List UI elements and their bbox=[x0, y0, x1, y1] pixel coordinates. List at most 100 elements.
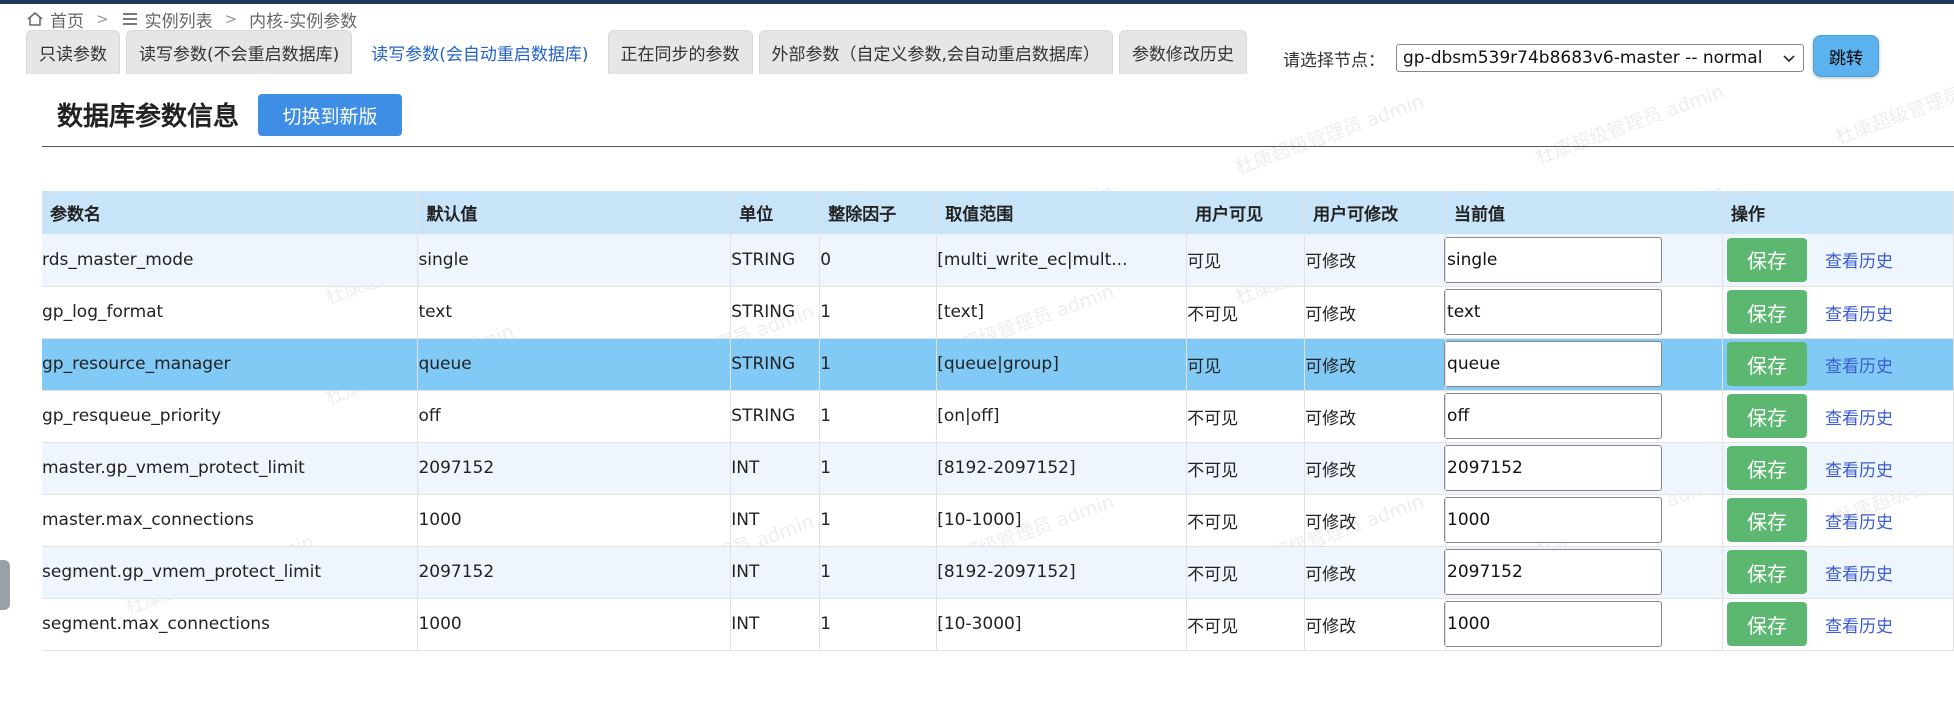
table-row[interactable]: segment.gp_vmem_protect_limit 2097152 INT 1… bbox=[42, 546, 1954, 599]
cell-visible: 可见 bbox=[1186, 234, 1306, 287]
cell-default: 2097152 bbox=[417, 546, 732, 599]
breadcrumb-home[interactable]: 首页 bbox=[50, 7, 84, 32]
view-history-link[interactable]: 查看历史 bbox=[1825, 456, 1893, 481]
view-history-link[interactable]: 查看历史 bbox=[1825, 352, 1893, 377]
cell-range: [8192-2097152] bbox=[936, 442, 1188, 495]
header-name: 参数名 bbox=[42, 191, 419, 234]
table-row[interactable]: gp_log_format text STRING 1 [text] 不可见 可修改 text… bbox=[42, 286, 1954, 339]
cell-range: [10-1000] bbox=[936, 494, 1188, 547]
node-select-label: 请选择节点： bbox=[1283, 51, 1385, 71]
cell-unit: INT bbox=[730, 598, 821, 651]
current-value-input[interactable]: 2097152 bbox=[1444, 549, 1663, 595]
save-button[interactable]: 保存 bbox=[1727, 290, 1807, 334]
current-value-input[interactable]: off bbox=[1444, 393, 1663, 439]
cell-name: gp_log_format bbox=[42, 286, 419, 339]
cell-current: 1000 bbox=[1444, 598, 1723, 651]
cell-range: [queue|group] bbox=[936, 338, 1188, 391]
view-history-link[interactable]: 查看历史 bbox=[1825, 404, 1893, 429]
cell-current: text bbox=[1444, 286, 1723, 339]
row-actions: 保存 查看历史 bbox=[1723, 498, 1953, 542]
table-row[interactable]: segment.max_connections 1000 INT 1 [10-3000]… bbox=[42, 598, 1954, 651]
cell-current: queue bbox=[1444, 338, 1723, 391]
cell-unit: STRING bbox=[730, 338, 821, 391]
table-row[interactable]: rds_master_mode single STRING 0 [multi_write… bbox=[42, 234, 1954, 287]
cell-visible: 不可见 bbox=[1186, 546, 1306, 599]
cell-range: [text] bbox=[936, 286, 1188, 339]
cell-default: single bbox=[417, 234, 732, 287]
view-history-link[interactable]: 查看历史 bbox=[1825, 612, 1893, 637]
cell-modifiable: 可修改 bbox=[1304, 598, 1447, 651]
table-row[interactable]: master.max_connections 1000 INT 1 [10-1000] 不… bbox=[42, 494, 1954, 547]
save-button[interactable]: 保存 bbox=[1727, 342, 1807, 386]
cell-unit: INT bbox=[730, 494, 821, 547]
save-button[interactable]: 保存 bbox=[1727, 394, 1807, 438]
breadcrumb-instance-list[interactable]: 实例列表 bbox=[145, 7, 213, 32]
current-value-input[interactable]: single bbox=[1444, 236, 1663, 283]
cell-range: [multi_write_ec|mult... bbox=[936, 234, 1188, 287]
cell-current: 2097152 bbox=[1444, 546, 1723, 599]
chevron-right-icon: > bbox=[96, 10, 109, 28]
view-history-link[interactable]: 查看历史 bbox=[1825, 300, 1893, 325]
divider bbox=[42, 146, 1954, 147]
current-value-input[interactable]: queue bbox=[1444, 341, 1663, 387]
cell-range: [10-3000] bbox=[936, 598, 1188, 651]
save-button[interactable]: 保存 bbox=[1727, 237, 1807, 282]
top-bar bbox=[0, 0, 1954, 4]
cell-modifiable: 可修改 bbox=[1304, 286, 1447, 339]
table-row[interactable]: master.gp_vmem_protect_limit 2097152 INT 1[… bbox=[42, 442, 1954, 495]
cell-name: gp_resqueue_priority bbox=[42, 390, 419, 443]
tab-readonly[interactable]: 只读参数 bbox=[26, 30, 120, 74]
view-history-link[interactable]: 查看历史 bbox=[1825, 247, 1893, 272]
tab-syncing[interactable]: 正在同步的参数 bbox=[607, 30, 753, 74]
node-select[interactable]: gp-dbsm539r74b8683v6-master -- normal bbox=[1396, 44, 1804, 72]
switch-version-button[interactable]: 切换到新版 bbox=[258, 94, 402, 136]
row-actions: 保存 查看历史 bbox=[1723, 290, 1953, 334]
jump-button[interactable]: 跳转 bbox=[1813, 35, 1879, 77]
breadcrumb: 首页 > 实例列表 > 内核-实例参数 bbox=[26, 6, 357, 32]
cell-range: [on|off] bbox=[936, 390, 1188, 443]
tab-external[interactable]: 外部参数（自定义参数,会自动重启数据库） bbox=[758, 30, 1113, 74]
cell-unit: STRING bbox=[730, 390, 821, 443]
param-tabs: 只读参数 读写参数(不会重启数据库) 读写参数(会自动重启数据库) 正在同步的参… bbox=[26, 30, 1253, 74]
cell-actions: 保存 查看历史 bbox=[1722, 286, 1954, 339]
tab-rw-no-restart[interactable]: 读写参数(不会重启数据库) bbox=[126, 30, 353, 74]
cell-current: 2097152 bbox=[1444, 442, 1723, 495]
cell-range: [8192-2097152] bbox=[936, 546, 1188, 599]
cell-unit: INT bbox=[730, 546, 821, 599]
save-button[interactable]: 保存 bbox=[1727, 498, 1807, 542]
current-value-input[interactable]: text bbox=[1444, 289, 1663, 335]
cell-name: segment.gp_vmem_protect_limit bbox=[42, 546, 419, 599]
cell-default: text bbox=[417, 286, 732, 339]
save-button[interactable]: 保存 bbox=[1727, 602, 1807, 646]
tab-rw-restart[interactable]: 读写参数(会自动重启数据库) bbox=[358, 30, 602, 74]
view-history-link[interactable]: 查看历史 bbox=[1825, 508, 1893, 533]
table-row[interactable]: gp_resqueue_priority off STRING 1 [on|off] 不可… bbox=[42, 390, 1954, 443]
cell-modifiable: 可修改 bbox=[1304, 494, 1447, 547]
header-actions: 操作 bbox=[1722, 191, 1954, 234]
view-history-link[interactable]: 查看历史 bbox=[1825, 560, 1893, 585]
row-actions: 保存 查看历史 bbox=[1723, 237, 1953, 282]
cell-modifiable: 可修改 bbox=[1304, 546, 1447, 599]
row-actions: 保存 查看历史 bbox=[1723, 394, 1953, 438]
row-actions: 保存 查看历史 bbox=[1723, 602, 1953, 646]
cell-default: off bbox=[417, 390, 732, 443]
chevron-down-icon bbox=[1783, 55, 1795, 63]
cell-unit: STRING bbox=[730, 286, 821, 339]
current-value-input[interactable]: 1000 bbox=[1444, 497, 1663, 543]
cell-name: master.gp_vmem_protect_limit bbox=[42, 442, 419, 495]
home-icon bbox=[27, 12, 43, 26]
cell-factor: 1 bbox=[819, 494, 938, 547]
cell-default: 1000 bbox=[417, 598, 732, 651]
header-default: 默认值 bbox=[417, 191, 732, 234]
table-row[interactable]: gp_resource_manager queue STRING 1 [queue|gr… bbox=[42, 338, 1954, 391]
current-value-input[interactable]: 2097152 bbox=[1444, 445, 1663, 491]
cell-visible: 不可见 bbox=[1186, 598, 1306, 651]
save-button[interactable]: 保存 bbox=[1727, 550, 1807, 594]
tab-history[interactable]: 参数修改历史 bbox=[1118, 30, 1247, 74]
save-button[interactable]: 保存 bbox=[1727, 446, 1807, 490]
cell-actions: 保存 查看历史 bbox=[1722, 494, 1954, 547]
header-unit: 单位 bbox=[730, 191, 821, 234]
cell-factor: 1 bbox=[819, 338, 938, 391]
current-value-input[interactable]: 1000 bbox=[1444, 601, 1663, 647]
side-drag-handle[interactable] bbox=[0, 560, 10, 610]
